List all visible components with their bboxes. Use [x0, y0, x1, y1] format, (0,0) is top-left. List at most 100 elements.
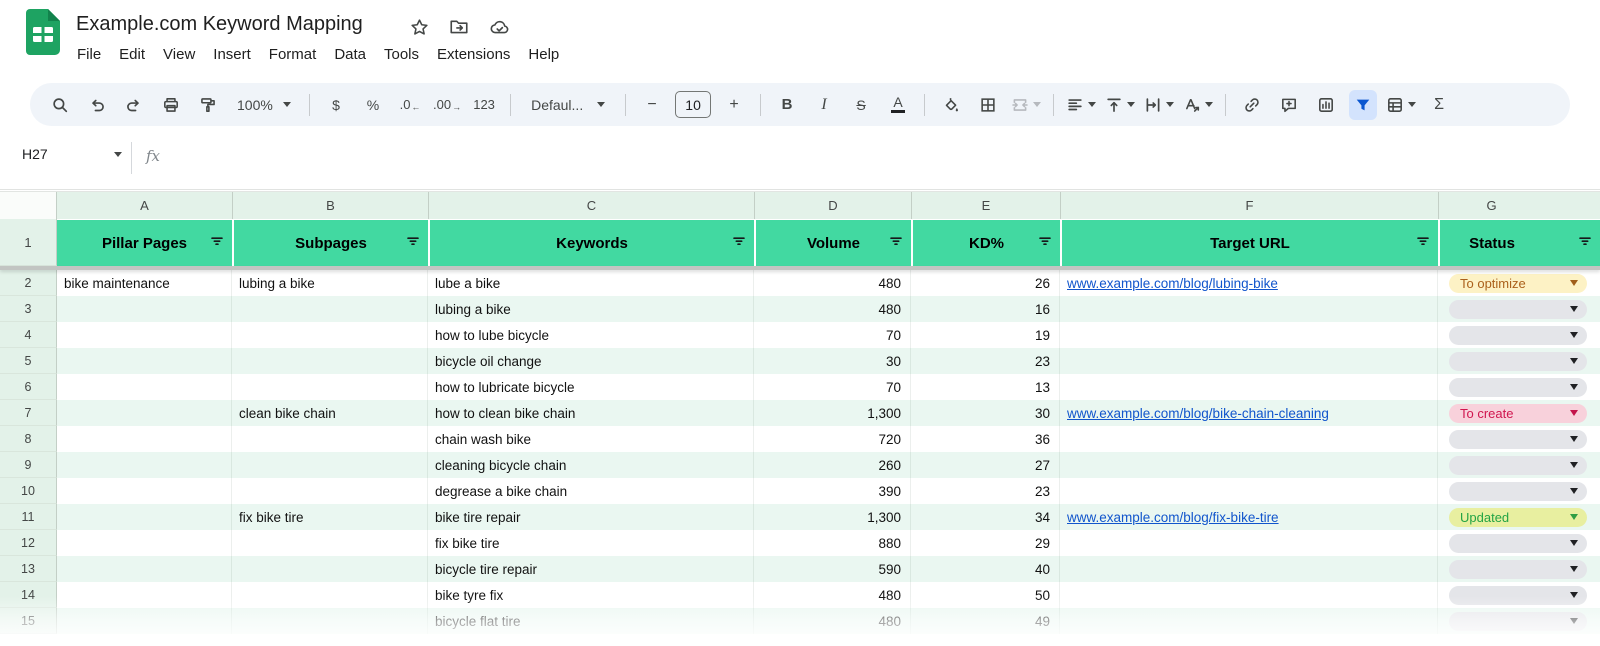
menu-tools[interactable]: Tools	[375, 44, 428, 65]
document-title[interactable]: Example.com Keyword Mapping	[76, 13, 363, 36]
cell-D11[interactable]: 1,300	[754, 504, 911, 530]
cell-A10[interactable]	[57, 478, 232, 504]
row-header-14[interactable]: 14	[0, 582, 57, 608]
cell-C4[interactable]: how to lube bicycle	[428, 322, 754, 348]
cell-B14[interactable]	[232, 582, 428, 608]
cell-B5[interactable]	[232, 348, 428, 374]
strikethrough-button[interactable]: S	[847, 90, 875, 120]
create-filter-button[interactable]	[1349, 90, 1377, 120]
header-cell-F1[interactable]: Target URL	[1060, 219, 1438, 266]
bold-button[interactable]: B	[773, 90, 801, 120]
cell-A5[interactable]	[57, 348, 232, 374]
status-dropdown[interactable]: To optimize	[1449, 274, 1587, 293]
cell-A4[interactable]	[57, 322, 232, 348]
cell-G8[interactable]	[1438, 426, 1600, 452]
cell-D5[interactable]: 30	[754, 348, 911, 374]
status-dropdown[interactable]	[1449, 300, 1587, 319]
cell-E8[interactable]: 36	[911, 426, 1060, 452]
cell-E5[interactable]: 23	[911, 348, 1060, 374]
status-dropdown[interactable]	[1449, 586, 1587, 605]
row-header-5[interactable]: 5	[0, 348, 57, 374]
cell-F8[interactable]	[1060, 426, 1438, 452]
column-letter-B[interactable]: B	[232, 192, 428, 219]
cell-C15[interactable]: bicycle flat tire	[428, 608, 754, 634]
cell-A6[interactable]	[57, 374, 232, 400]
cell-A8[interactable]	[57, 426, 232, 452]
column-letter-G[interactable]: G	[1438, 192, 1600, 219]
header-filter-icon[interactable]	[732, 234, 746, 248]
cell-E6[interactable]: 13	[911, 374, 1060, 400]
format-currency-button[interactable]: $	[322, 90, 350, 120]
cell-A12[interactable]	[57, 530, 232, 556]
cell-D8[interactable]: 720	[754, 426, 911, 452]
header-filter-icon[interactable]	[406, 234, 420, 248]
cell-B15[interactable]	[232, 608, 428, 634]
cell-B6[interactable]	[232, 374, 428, 400]
cell-C3[interactable]: lubing a bike	[428, 296, 754, 322]
cell-B8[interactable]	[232, 426, 428, 452]
cell-A3[interactable]	[57, 296, 232, 322]
cell-C9[interactable]: cleaning bicycle chain	[428, 452, 754, 478]
column-letter-C[interactable]: C	[428, 192, 754, 219]
insert-comment-button[interactable]	[1275, 90, 1303, 120]
cell-C11[interactable]: bike tire repair	[428, 504, 754, 530]
column-letter-F[interactable]: F	[1060, 192, 1438, 219]
row-header-7[interactable]: 7	[0, 400, 57, 426]
cell-C12[interactable]: fix bike tire	[428, 530, 754, 556]
row-header-8[interactable]: 8	[0, 426, 57, 452]
filter-button[interactable]	[210, 234, 224, 252]
cell-A14[interactable]	[57, 582, 232, 608]
menu-edit[interactable]: Edit	[110, 44, 154, 65]
cell-D7[interactable]: 1,300	[754, 400, 911, 426]
row-header-4[interactable]: 4	[0, 322, 57, 348]
filter-button[interactable]	[1578, 234, 1592, 252]
italic-button[interactable]: I	[810, 90, 838, 120]
header-filter-icon[interactable]	[210, 234, 224, 248]
cell-G12[interactable]	[1438, 530, 1600, 556]
cell-B10[interactable]	[232, 478, 428, 504]
cell-D13[interactable]: 590	[754, 556, 911, 582]
cell-E9[interactable]: 27	[911, 452, 1060, 478]
cell-E14[interactable]: 50	[911, 582, 1060, 608]
cell-A11[interactable]	[57, 504, 232, 530]
cell-D9[interactable]: 260	[754, 452, 911, 478]
status-dropdown[interactable]	[1449, 456, 1587, 475]
row-header-9[interactable]: 9	[0, 452, 57, 478]
cell-E2[interactable]: 26	[911, 270, 1060, 296]
cell-G2[interactable]: To optimize	[1438, 270, 1600, 296]
row-header-15[interactable]: 15	[0, 608, 57, 634]
grid-corner[interactable]	[0, 192, 57, 219]
fill-color-button[interactable]	[937, 90, 965, 120]
cell-E13[interactable]: 40	[911, 556, 1060, 582]
cell-E15[interactable]: 49	[911, 608, 1060, 634]
header-cell-E1[interactable]: KD%	[911, 219, 1060, 266]
move-to-folder-icon[interactable]	[449, 17, 469, 37]
cell-C13[interactable]: bicycle tire repair	[428, 556, 754, 582]
status-dropdown[interactable]	[1449, 612, 1587, 631]
target-url-link[interactable]: www.example.com/blog/lubing-bike	[1067, 276, 1278, 291]
cell-C6[interactable]: how to lubricate bicycle	[428, 374, 754, 400]
cell-D10[interactable]: 390	[754, 478, 911, 504]
status-dropdown[interactable]	[1449, 326, 1587, 345]
cell-F14[interactable]	[1060, 582, 1438, 608]
google-sheets-logo-icon[interactable]	[26, 9, 60, 55]
row-header-6[interactable]: 6	[0, 374, 57, 400]
column-letter-E[interactable]: E	[911, 192, 1060, 219]
menu-insert[interactable]: Insert	[204, 44, 260, 65]
cell-A13[interactable]	[57, 556, 232, 582]
target-url-link[interactable]: www.example.com/blog/bike-chain-cleaning	[1067, 406, 1329, 421]
filter-button[interactable]	[889, 234, 903, 252]
cell-A2[interactable]: bike maintenance	[57, 270, 232, 296]
row-header-1[interactable]: 1	[0, 219, 57, 266]
menu-file[interactable]: File	[68, 44, 110, 65]
menu-view[interactable]: View	[154, 44, 204, 65]
cell-E10[interactable]: 23	[911, 478, 1060, 504]
cell-G9[interactable]	[1438, 452, 1600, 478]
cell-F5[interactable]	[1060, 348, 1438, 374]
header-cell-B1[interactable]: Subpages	[232, 219, 428, 266]
font-family-select[interactable]: Defaul...	[523, 90, 613, 120]
status-dropdown[interactable]: To create	[1449, 404, 1587, 423]
header-cell-D1[interactable]: Volume	[754, 219, 911, 266]
decrease-font-size-button[interactable]: −	[638, 90, 666, 120]
more-formats-button[interactable]: 123	[470, 90, 498, 120]
